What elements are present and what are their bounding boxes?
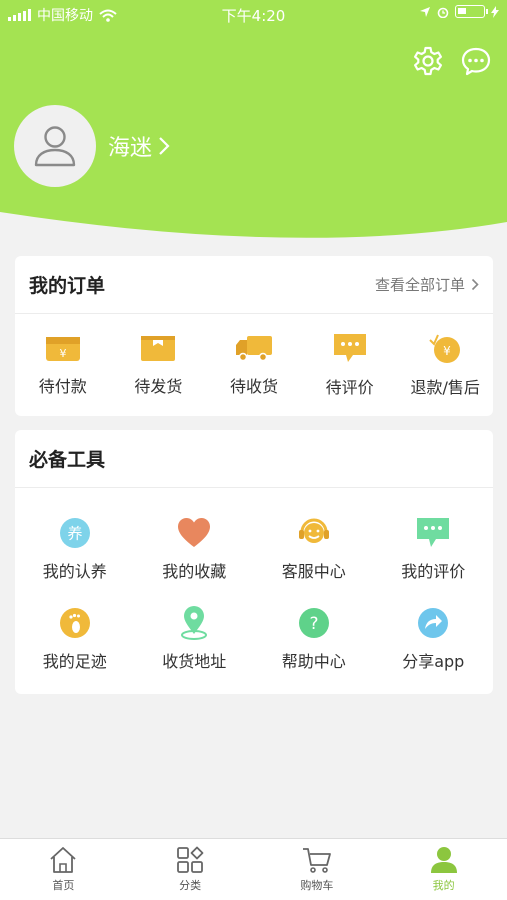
- username-label: 海迷: [108, 136, 153, 161]
- heart-icon: [177, 516, 211, 550]
- help-icon: ?: [297, 606, 331, 640]
- adopt-icon: 养: [58, 516, 92, 550]
- tool-help-center[interactable]: ? 帮助中心: [254, 606, 374, 672]
- chevron-right-icon: [471, 278, 479, 291]
- user-icon: [430, 847, 457, 873]
- tool-my-adoption[interactable]: 养 我的认养: [15, 516, 135, 582]
- comment-icon: [333, 334, 366, 362]
- chevron-right-icon: [159, 137, 170, 155]
- tab-mine[interactable]: 我的: [380, 839, 507, 900]
- username-link[interactable]: 海迷: [108, 130, 170, 162]
- orders-card: 我的订单 查看全部订单 ¥ 待付款 待发货 待收货 待评价 ¥ 退款/售后: [15, 256, 493, 416]
- order-pending-receipt[interactable]: 待收货: [206, 333, 302, 397]
- order-label: 待付款: [38, 377, 87, 396]
- order-label: 待评价: [325, 378, 374, 397]
- tool-customer-service[interactable]: 客服中心: [254, 516, 374, 582]
- tool-label: 客服中心: [281, 562, 346, 581]
- order-label: 待收货: [229, 377, 278, 396]
- tab-label: 分类: [179, 879, 202, 892]
- customer-service-icon: [297, 516, 331, 550]
- tool-label: 收货地址: [162, 652, 227, 671]
- tool-label: 我的足迹: [42, 652, 107, 671]
- tool-label: 帮助中心: [281, 652, 346, 671]
- tool-share-app[interactable]: 分享app: [374, 606, 494, 672]
- package-icon: [141, 336, 176, 361]
- svg-text:养: 养: [67, 525, 82, 543]
- orders-title: 我的订单: [29, 275, 106, 297]
- svg-text:¥: ¥: [59, 347, 66, 360]
- cart-icon: [302, 848, 331, 873]
- status-bar: 中国移动 下午4:20: [0, 0, 507, 26]
- tool-my-favorites[interactable]: 我的收藏: [135, 516, 255, 582]
- tool-shipping-address[interactable]: 收货地址: [135, 606, 255, 672]
- wallet-icon: ¥: [45, 337, 80, 361]
- tab-bar: 首页 分类 购物车 我的: [0, 838, 507, 900]
- category-icon: [177, 846, 204, 873]
- settings-gear-icon[interactable]: [411, 44, 445, 78]
- order-refund[interactable]: ¥ 退款/售后: [397, 332, 493, 398]
- order-label: 待发货: [134, 377, 183, 396]
- avatar[interactable]: [14, 105, 96, 187]
- tab-label: 我的: [432, 879, 455, 892]
- home-icon: [50, 847, 76, 873]
- message-bubble-icon[interactable]: [459, 44, 493, 78]
- tab-category[interactable]: 分类: [127, 839, 254, 900]
- tool-label: 分享app: [402, 652, 465, 671]
- orders-card-header: 我的订单 查看全部订单: [15, 256, 493, 314]
- battery-icon: [455, 5, 488, 18]
- truck-icon: [235, 336, 272, 362]
- review-icon: [416, 516, 450, 550]
- tools-card: 必备工具 养 我的认养 我的收藏 客服中心 我的评价 我的足迹 收货地址 ? 帮…: [15, 430, 493, 694]
- order-pending-shipment[interactable]: 待发货: [111, 333, 207, 397]
- location-arrow-icon: [420, 6, 430, 17]
- user-avatar-icon: [34, 126, 76, 167]
- svg-text:?: ?: [309, 614, 318, 634]
- tool-label: 我的认养: [42, 562, 107, 581]
- order-label: 退款/售后: [410, 378, 480, 397]
- charging-icon: [491, 5, 499, 18]
- tab-home[interactable]: 首页: [0, 839, 127, 900]
- tab-cart[interactable]: 购物车: [254, 839, 381, 900]
- tool-label: 我的收藏: [162, 562, 227, 581]
- view-all-orders-label: 查看全部订单: [374, 276, 465, 294]
- footprint-icon: [58, 606, 92, 640]
- tab-label: 首页: [52, 879, 75, 892]
- location-pin-icon: [177, 606, 211, 640]
- svg-text:¥: ¥: [443, 344, 451, 358]
- tools-title: 必备工具: [29, 449, 106, 471]
- order-pending-review[interactable]: 待评价: [302, 332, 398, 398]
- tab-label: 购物车: [300, 879, 334, 892]
- share-icon: [416, 606, 450, 640]
- tool-label: 我的评价: [401, 562, 466, 581]
- profile-header: 中国移动 下午4:20 海迷: [0, 0, 507, 240]
- alarm-icon: [437, 7, 449, 18]
- order-pending-payment[interactable]: ¥ 待付款: [15, 333, 111, 397]
- tools-card-header: 必备工具: [15, 430, 493, 488]
- tool-my-reviews[interactable]: 我的评价: [374, 516, 494, 582]
- refund-coin-icon: ¥: [429, 334, 461, 363]
- view-all-orders-link[interactable]: 查看全部订单: [375, 274, 479, 295]
- tool-my-footprints[interactable]: 我的足迹: [15, 606, 135, 672]
